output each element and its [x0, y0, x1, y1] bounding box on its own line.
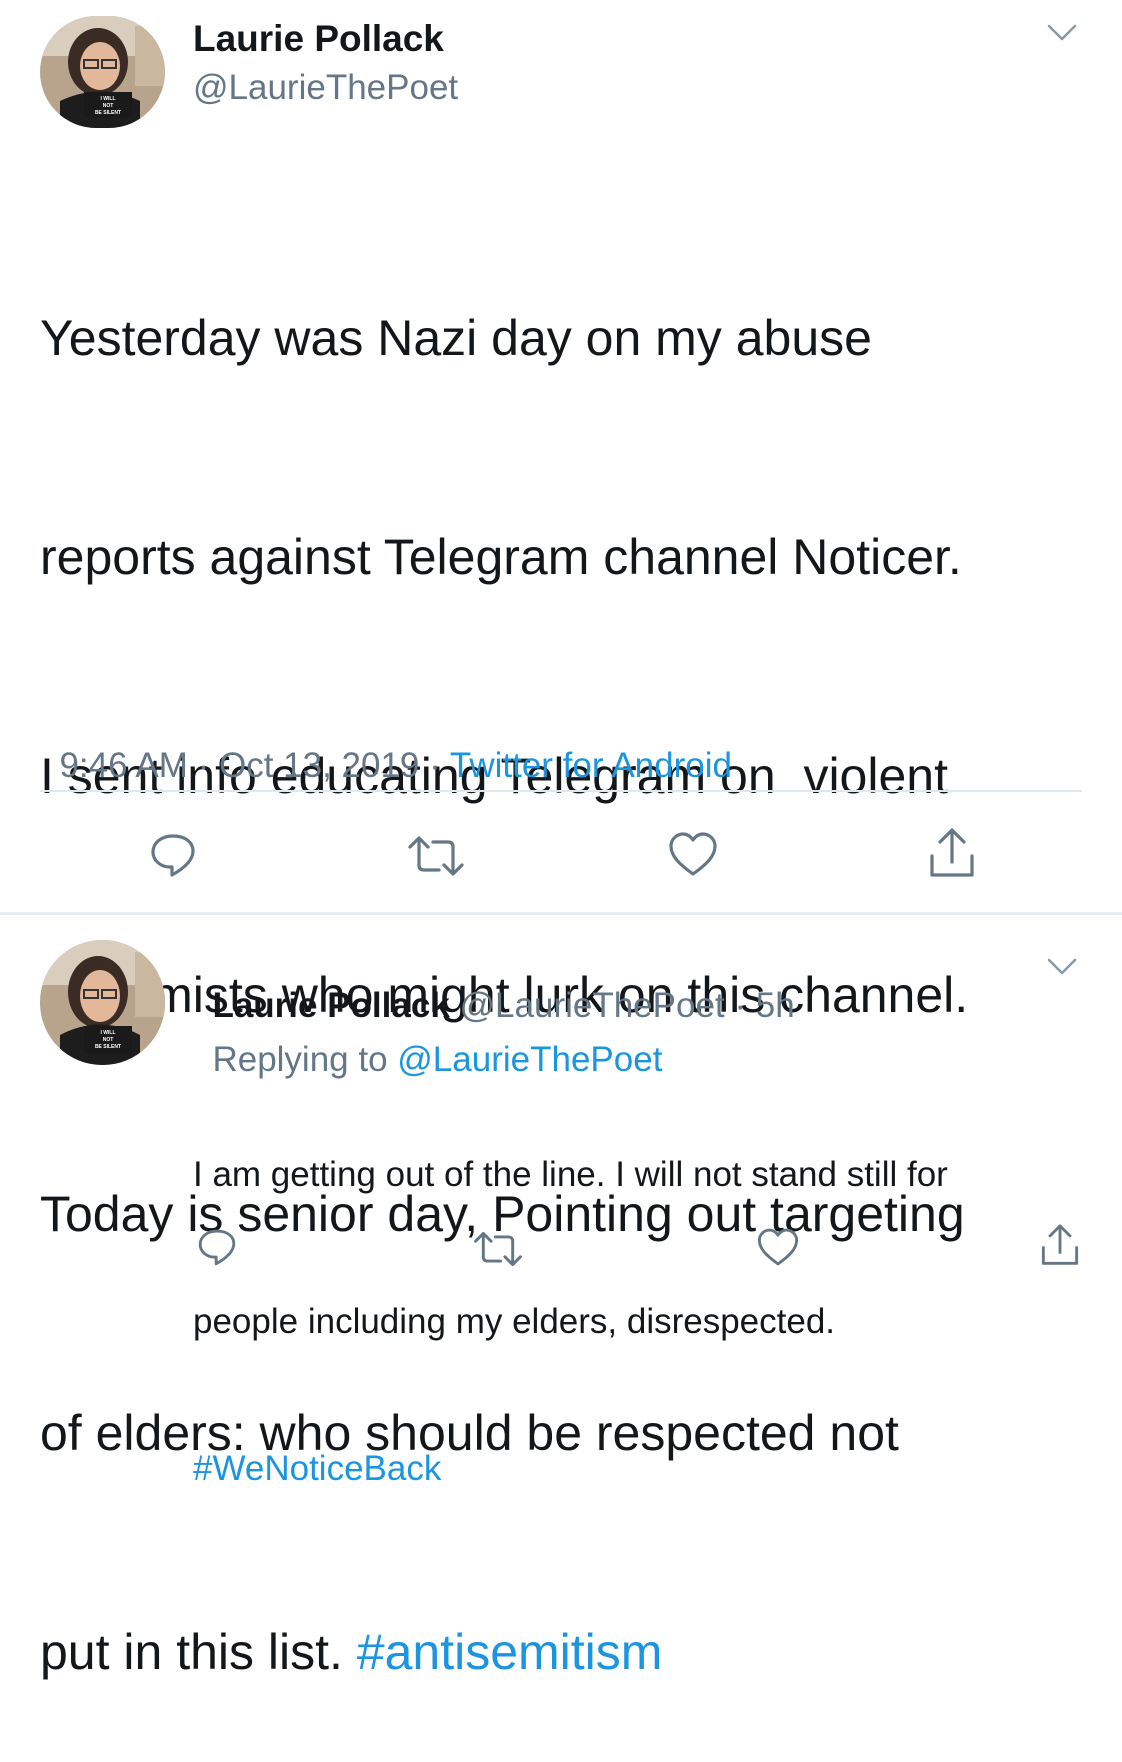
heart-icon[interactable]: [667, 830, 719, 878]
svg-text:NOT: NOT: [103, 1037, 114, 1043]
tweet-time[interactable]: 9:46 AM: [59, 746, 187, 785]
tweet-text-line-last: put in this list. #antisemitism: [40, 1616, 968, 1689]
tweet-meta: 9:46 AM · Oct 13, 2019 · Twitter for And…: [40, 706, 732, 786]
svg-text:NOT: NOT: [103, 103, 114, 109]
tweet-source[interactable]: Twitter for Android: [450, 746, 732, 785]
author-name[interactable]: Laurie Pollack: [193, 18, 444, 60]
meta-separator: ·: [419, 746, 450, 785]
reply-text: I am getting out of the line. I will not…: [193, 1052, 948, 1542]
share-icon[interactable]: [1040, 1222, 1080, 1268]
share-icon[interactable]: [928, 826, 976, 880]
reply-text-line: I am getting out of the line. I will not…: [193, 1155, 948, 1194]
hashtag-link[interactable]: #antisemitism: [357, 1624, 663, 1680]
svg-text:I WILL: I WILL: [101, 96, 116, 102]
meta-separator: ·: [187, 746, 219, 785]
svg-text:BE SILENT: BE SILENT: [95, 1044, 121, 1050]
heart-icon[interactable]: [756, 1226, 800, 1268]
tweet-text-line: reports against Telegram channel Noticer…: [40, 529, 962, 585]
chevron-down-icon[interactable]: [1046, 22, 1078, 44]
retweet-icon[interactable]: [406, 834, 466, 878]
divider: [40, 790, 1082, 792]
reply-icon[interactable]: [148, 830, 198, 880]
author-handle[interactable]: @LaurieThePoet: [193, 68, 458, 108]
svg-text:I WILL: I WILL: [101, 1030, 116, 1036]
reply-time[interactable]: · 5h: [725, 986, 794, 1025]
tweet-date[interactable]: Oct 13, 2019: [219, 746, 419, 785]
reply-icon[interactable]: [196, 1226, 238, 1268]
hashtag-link[interactable]: #WeNoticeBack: [193, 1444, 948, 1493]
tweet-text-line: Yesterday was Nazi day on my abuse: [40, 310, 872, 366]
reply-text-line: people including my elders, disrespected…: [193, 1302, 836, 1341]
tweet-text-line: put in this list.: [40, 1624, 357, 1680]
retweet-icon[interactable]: [472, 1230, 524, 1268]
tweet-separator: [0, 912, 1122, 915]
main-avatar[interactable]: I WILL NOT BE SILENT: [40, 16, 165, 128]
chevron-down-icon[interactable]: [1046, 956, 1078, 978]
reply-avatar[interactable]: I WILL NOT BE SILENT: [40, 940, 165, 1065]
svg-text:BE SILENT: BE SILENT: [95, 110, 121, 116]
